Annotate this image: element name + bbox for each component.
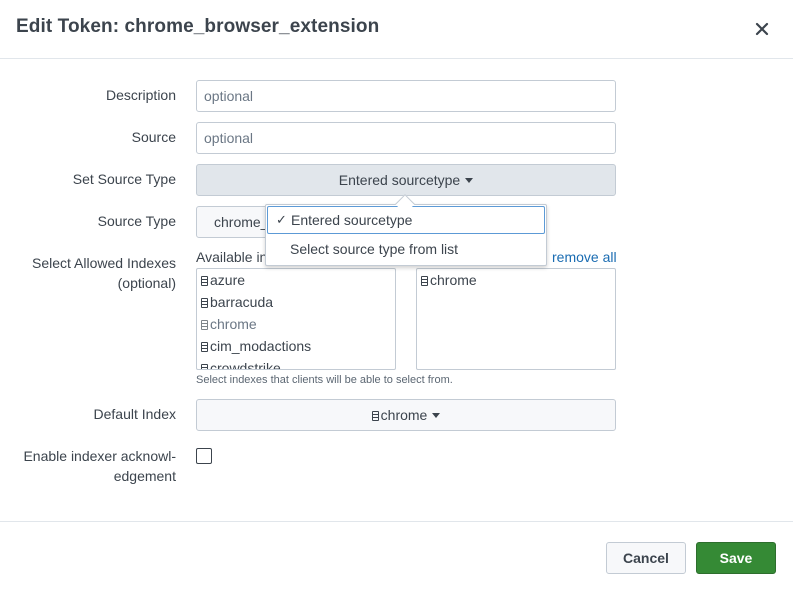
default-index-label: Default Index: [93, 406, 177, 422]
database-icon: [201, 364, 208, 369]
available-indexes-list[interactable]: azure barracuda chrome cim_modactions cr…: [196, 268, 396, 370]
description-label: Description: [105, 87, 176, 103]
description-input[interactable]: [196, 80, 616, 112]
index-name: chrome: [430, 272, 477, 288]
list-item[interactable]: chrome: [417, 269, 615, 291]
index-name: crowdstrike: [210, 360, 281, 370]
allowed-indexes-label: Select Allowed Indexes: [32, 255, 176, 271]
remove-all-link[interactable]: remove all: [552, 249, 617, 265]
indexer-ack-checkbox[interactable]: [196, 448, 212, 464]
database-icon: [201, 276, 208, 286]
save-button[interactable]: Save: [696, 542, 776, 574]
database-icon: [201, 298, 208, 308]
modal-title: Edit Token: chrome_browser_extension: [16, 16, 380, 37]
close-icon[interactable]: [752, 19, 772, 39]
modal-header: Edit Token: chrome_browser_extension: [0, 0, 793, 59]
list-item[interactable]: cim_modactions: [197, 335, 395, 357]
index-name: cim_modactions: [210, 338, 312, 354]
database-icon: [201, 320, 208, 330]
index-name: barracuda: [210, 294, 274, 310]
source-type-value: chrome_: [214, 214, 269, 230]
list-item[interactable]: barracuda: [197, 291, 395, 313]
menu-item-select-from-list[interactable]: Select source type from list: [267, 236, 545, 264]
database-icon: [201, 342, 208, 352]
indexes-help-text: Select indexes that clients will be able…: [196, 374, 453, 386]
source-type-label: Source Type: [97, 213, 176, 229]
indexer-ack-label: Enable indexer acknowl-: [23, 448, 176, 464]
caret-down-icon: [465, 177, 474, 183]
list-item[interactable]: chrome: [197, 313, 395, 335]
source-label: Source: [131, 129, 176, 145]
caret-down-icon: [432, 412, 441, 418]
set-source-type-label: Set Source Type: [72, 171, 176, 187]
source-input[interactable]: [196, 122, 616, 154]
source-type-dropdown-menu: ✓ Entered sourcetype Select source type …: [265, 204, 547, 266]
list-item[interactable]: azure: [197, 269, 395, 291]
set-source-type-select[interactable]: Entered sourcetype: [196, 164, 616, 196]
available-indexes-label: Available in: [196, 249, 268, 265]
default-index-select[interactable]: chrome: [196, 399, 616, 431]
database-icon: [421, 276, 428, 286]
cancel-button[interactable]: Cancel: [606, 542, 686, 574]
menu-item-label: Entered sourcetype: [291, 212, 413, 228]
source-type-input[interactable]: chrome_: [196, 206, 276, 238]
list-item[interactable]: crowdstrike: [197, 357, 395, 370]
set-source-type-value: Entered sourcetype: [338, 172, 461, 188]
selected-indexes-list[interactable]: chrome: [416, 268, 616, 370]
checkmark-icon: ✓: [276, 212, 287, 227]
allowed-indexes-optional-label: (optional): [117, 275, 176, 291]
default-index-value: chrome: [380, 407, 428, 423]
menu-item-label: Select source type from list: [290, 241, 459, 257]
index-name: chrome: [210, 316, 257, 332]
index-name: azure: [210, 272, 246, 288]
edit-token-modal: Edit Token: chrome_browser_extension Des…: [0, 0, 793, 591]
indexer-ack-label-cont: edgement: [113, 468, 176, 484]
database-icon: [371, 411, 379, 421]
